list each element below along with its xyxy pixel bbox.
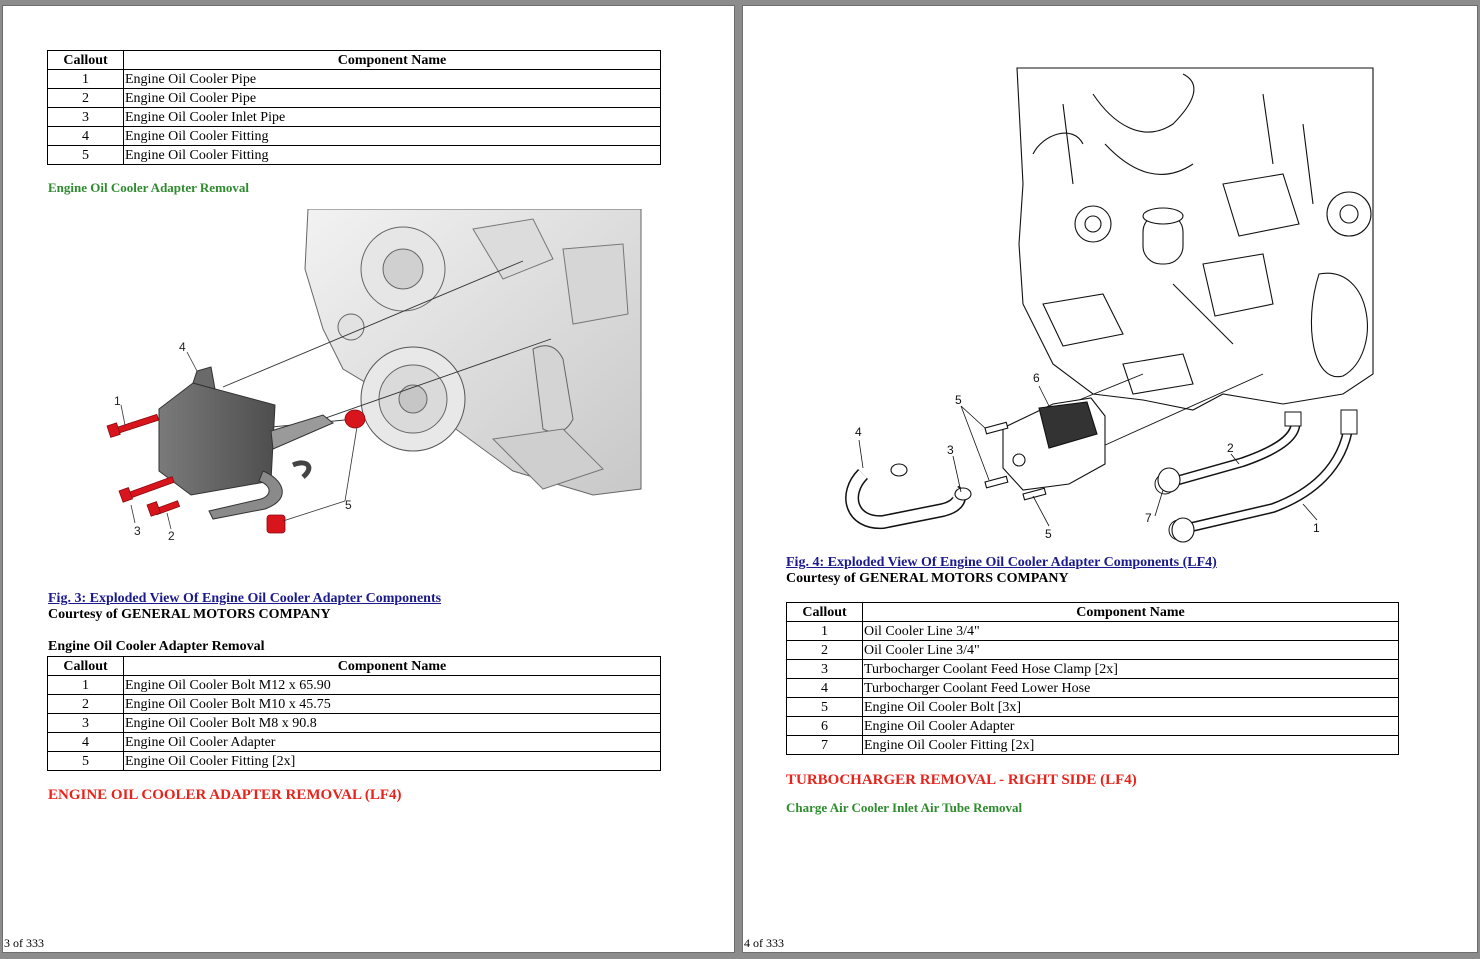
table-row: 3 Engine Oil Cooler Inlet Pipe (47, 107, 661, 127)
callout-table-pipes: Callout Component Name 1 Engine Oil Coole… (47, 50, 661, 165)
component-name: Engine Oil Cooler Bolt M10 x 45.75 (123, 694, 661, 714)
pdf-page-4: 1 2 3 4 5 5 6 7 Fig. 4: Exploded View Of… (742, 5, 1478, 953)
callout-4-label: 4 (179, 340, 186, 354)
table-row: 2 Engine Oil Cooler Pipe (47, 88, 661, 108)
table-row: 1 Oil Cooler Line 3/4" (786, 621, 1399, 641)
component-name: Engine Oil Cooler Adapter (123, 732, 661, 752)
table-2-title: Engine Oil Cooler Adapter Removal (48, 639, 265, 654)
figure-4-caption-link[interactable]: Fig. 4: Exploded View Of Engine Oil Cool… (786, 555, 1217, 571)
callout-3-label: 3 (947, 443, 954, 457)
callout-3-label: 3 (134, 524, 141, 538)
callout-5b-label: 5 (1045, 527, 1052, 541)
header-callout: Callout (47, 656, 124, 676)
green-section-heading: Charge Air Cooler Inlet Air Tube Removal (786, 800, 1023, 815)
header-callout: Callout (47, 50, 124, 70)
callout-7-label: 7 (1145, 511, 1152, 525)
table-row: 7 Engine Oil Cooler Fitting [2x] (786, 735, 1399, 755)
component-name: Engine Oil Cooler Bolt M12 x 65.90 (123, 675, 661, 695)
component-name: Engine Oil Cooler Pipe (123, 69, 661, 89)
callout-5-label: 5 (345, 498, 352, 512)
component-name: Oil Cooler Line 3/4" (862, 621, 1399, 641)
red-section-heading: TURBOCHARGER REMOVAL - RIGHT SIDE (LF4) (786, 772, 1137, 788)
component-name: Engine Oil Cooler Fitting (123, 126, 661, 146)
table-row: 2 Oil Cooler Line 3/4" (786, 640, 1399, 660)
callout-number: 3 (47, 107, 124, 127)
callout-number: 1 (47, 69, 124, 89)
oil-cooler-adapter-line-drawing (1002, 397, 1106, 491)
figure-3-courtesy: Courtesy of GENERAL MOTORS COMPANY (48, 607, 331, 622)
figure-4-illustration: 1 2 3 4 5 5 6 7 (845, 67, 1374, 543)
callout-number: 5 (786, 697, 863, 717)
table-row: 4 Turbocharger Coolant Feed Lower Hose (786, 678, 1399, 698)
component-name: Engine Oil Cooler Fitting (123, 145, 661, 165)
figure-3-illustration: 1 2 3 4 5 (106, 209, 642, 543)
component-name: Oil Cooler Line 3/4" (862, 640, 1399, 660)
callout-5-label: 5 (955, 393, 962, 407)
table-row: 5 Engine Oil Cooler Fitting [2x] (47, 751, 661, 771)
component-name: Turbocharger Coolant Feed Hose Clamp [2x… (862, 659, 1399, 679)
callout-number: 4 (47, 126, 124, 146)
callout-number: 4 (47, 732, 124, 752)
section-heading: Engine Oil Cooler Adapter Removal (48, 180, 250, 195)
callout-2-label: 2 (1227, 441, 1234, 455)
callout-number: 2 (47, 88, 124, 108)
table-row: 4 Engine Oil Cooler Fitting (47, 126, 661, 146)
component-name: Engine Oil Cooler Bolt M8 x 90.8 (123, 713, 661, 733)
header-callout: Callout (786, 602, 863, 622)
component-name: Engine Oil Cooler Bolt [3x] (862, 697, 1399, 717)
table-row: 6 Engine Oil Cooler Adapter (786, 716, 1399, 736)
callout-number: 3 (786, 659, 863, 679)
table-row: 2 Engine Oil Cooler Bolt M10 x 45.75 (47, 694, 661, 714)
callout-4-label: 4 (855, 425, 862, 439)
callout-1-label: 1 (114, 394, 121, 408)
table-row: 5 Engine Oil Cooler Fitting (47, 145, 661, 165)
header-component-name: Component Name (123, 656, 661, 676)
callout-number: 5 (47, 751, 124, 771)
callout-number: 6 (786, 716, 863, 736)
component-name: Engine Oil Cooler Fitting [2x] (123, 751, 661, 771)
table-header-row: Callout Component Name (786, 602, 1399, 622)
callout-table-adapter: Callout Component Name 1 Engine Oil Coole… (47, 656, 661, 771)
red-section-heading: ENGINE OIL COOLER ADAPTER REMOVAL (LF4) (48, 787, 402, 803)
callout-number: 3 (47, 713, 124, 733)
table-header-row: Callout Component Name (47, 50, 661, 70)
callout-number: 2 (47, 694, 124, 714)
callout-2-label: 2 (168, 529, 175, 543)
callout-number: 5 (47, 145, 124, 165)
callout-6-label: 6 (1033, 371, 1040, 385)
table-row: 1 Engine Oil Cooler Pipe (47, 69, 661, 89)
figure-4-courtesy: Courtesy of GENERAL MOTORS COMPANY (786, 571, 1069, 586)
callout-number: 7 (786, 735, 863, 755)
page-number: 4 of 333 (744, 936, 784, 950)
callout-number: 1 (47, 675, 124, 695)
table-row: 3 Turbocharger Coolant Feed Hose Clamp [2… (786, 659, 1399, 679)
engine-block-drawing (304, 209, 642, 496)
component-name: Turbocharger Coolant Feed Lower Hose (862, 678, 1399, 698)
coolant-hose-drawing (845, 463, 972, 530)
engine-line-drawing (1016, 67, 1374, 411)
figure-3-caption-link[interactable]: Fig. 3: Exploded View Of Engine Oil Cool… (48, 591, 441, 607)
callout-number: 2 (786, 640, 863, 660)
table-row: 4 Engine Oil Cooler Adapter (47, 732, 661, 752)
callout-number: 4 (786, 678, 863, 698)
header-component-name: Component Name (862, 602, 1399, 622)
pdf-page-3: Callout Component Name 1 Engine Oil Coole… (2, 5, 735, 953)
table-row: 5 Engine Oil Cooler Bolt [3x] (786, 697, 1399, 717)
callout-1-label: 1 (1313, 521, 1320, 535)
table-row: 3 Engine Oil Cooler Bolt M8 x 90.8 (47, 713, 661, 733)
oil-cooler-adapter-drawing (158, 366, 334, 520)
component-name: Engine Oil Cooler Pipe (123, 88, 661, 108)
component-name: Engine Oil Cooler Fitting [2x] (862, 735, 1399, 755)
callout-number: 1 (786, 621, 863, 641)
component-name: Engine Oil Cooler Adapter (862, 716, 1399, 736)
header-component-name: Component Name (123, 50, 661, 70)
component-name: Engine Oil Cooler Inlet Pipe (123, 107, 661, 127)
callout-table-lf4: Callout Component Name 1 Oil Cooler Line … (786, 602, 1399, 755)
table-row: 1 Engine Oil Cooler Bolt M12 x 65.90 (47, 675, 661, 695)
table-header-row: Callout Component Name (47, 656, 661, 676)
page-number: 3 of 333 (4, 936, 44, 950)
